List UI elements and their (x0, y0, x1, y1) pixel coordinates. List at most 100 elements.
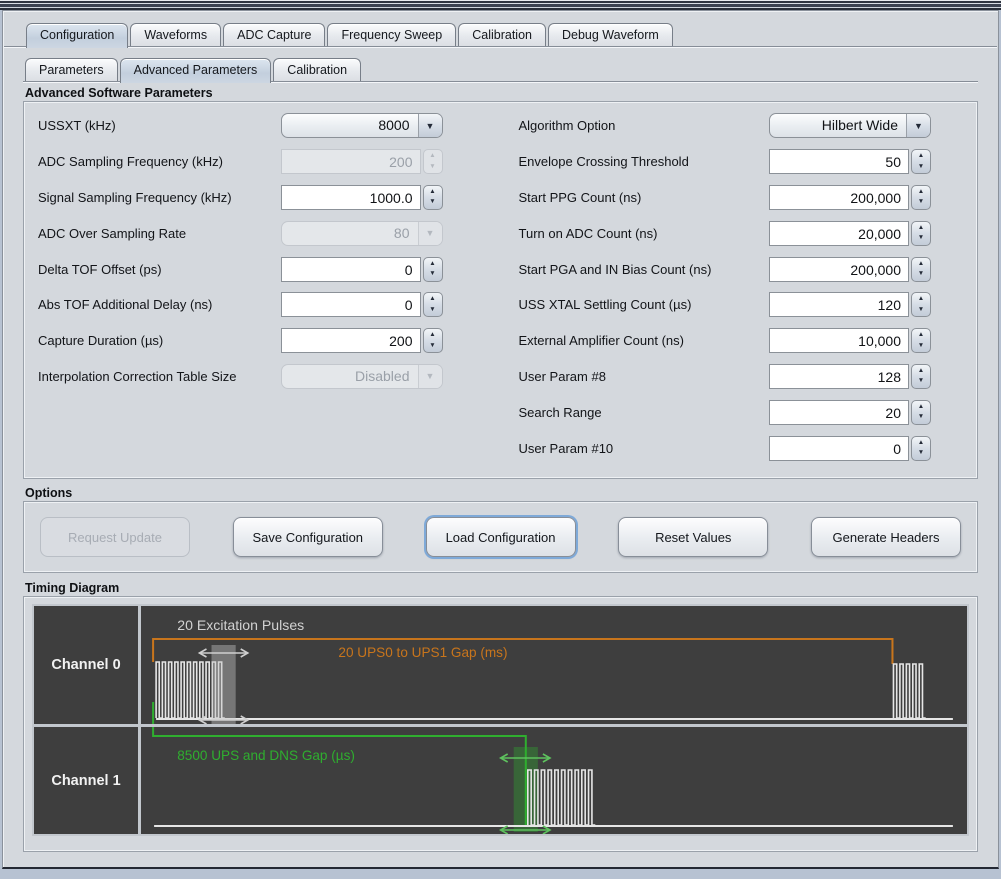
spinner-up-icon[interactable]: ▲ (429, 259, 435, 270)
chevron-down-icon: ▼ (418, 222, 442, 245)
uss-xtal-settling-count-s-spinner[interactable]: 120 ▲ ▼ (769, 292, 931, 317)
spinner-buttons[interactable]: ▲ ▼ (911, 221, 931, 246)
spinner-buttons[interactable]: ▲ ▼ (911, 257, 931, 282)
spinner-value[interactable]: 20 (769, 400, 909, 425)
spinner-value: 200 (281, 149, 421, 174)
field-row: Delta TOF Offset (ps) 0 ▲ ▼ (38, 251, 443, 287)
spinner-down-icon[interactable]: ▼ (918, 269, 924, 280)
start-ppg-count-ns-spinner[interactable]: 200,000 ▲ ▼ (769, 185, 931, 210)
signal-sampling-frequency-khz-spinner[interactable]: 1000.0 ▲ ▼ (281, 185, 443, 210)
spinner-value[interactable]: 10,000 (769, 328, 909, 353)
spinner-down-icon[interactable]: ▼ (918, 412, 924, 423)
chevron-down-icon[interactable]: ▼ (906, 114, 930, 137)
spinner-buttons[interactable]: ▲ ▼ (911, 436, 931, 461)
chevron-down-icon[interactable]: ▼ (418, 114, 442, 137)
user-param-8-spinner[interactable]: 128 ▲ ▼ (769, 364, 931, 389)
spinner-value[interactable]: 50 (769, 149, 909, 174)
spinner-up-icon[interactable]: ▲ (918, 187, 924, 198)
field-row: Search Range 20 ▲ ▼ (519, 394, 932, 430)
capture-duration-s-spinner[interactable]: 200 ▲ ▼ (281, 328, 443, 353)
spinner-buttons[interactable]: ▲ ▼ (423, 292, 443, 317)
section-title-timing-diagram: Timing Diagram (25, 581, 978, 595)
spinner-down-icon[interactable]: ▼ (429, 269, 435, 280)
subtab-parameters[interactable]: Parameters (25, 58, 118, 81)
spinner-up-icon[interactable]: ▲ (918, 259, 924, 270)
spinner-down-icon[interactable]: ▼ (918, 197, 924, 208)
search-range-spinner[interactable]: 20 ▲ ▼ (769, 400, 931, 425)
start-pga-and-in-bias-count-ns-spinner[interactable]: 200,000 ▲ ▼ (769, 257, 931, 282)
spinner-up-icon[interactable]: ▲ (918, 330, 924, 341)
spinner-up-icon[interactable]: ▲ (429, 294, 435, 305)
subtab-calibration[interactable]: Calibration (273, 58, 361, 81)
spinner-value[interactable]: 128 (769, 364, 909, 389)
delta-tof-offset-ps-spinner[interactable]: 0 ▲ ▼ (281, 257, 443, 282)
spinner-value[interactable]: 0 (769, 436, 909, 461)
spinner-down-icon[interactable]: ▼ (918, 162, 924, 173)
spinner-buttons[interactable]: ▲ ▼ (423, 185, 443, 210)
channel1-pulse-train (528, 770, 595, 825)
spinner-down-icon[interactable]: ▼ (429, 341, 435, 352)
save-configuration-button[interactable]: Save Configuration (233, 517, 383, 557)
tab-frequency-sweep[interactable]: Frequency Sweep (327, 23, 456, 46)
subtab-advanced-parameters[interactable]: Advanced Parameters (120, 58, 272, 83)
tab-debug-waveform[interactable]: Debug Waveform (548, 23, 673, 46)
ussxt-khz-combobox[interactable]: 8000 ▼ (281, 113, 443, 138)
advanced-software-parameters-section: Advanced Software Parameters USSXT (kHz)… (23, 86, 978, 479)
spinner-down-icon[interactable]: ▼ (429, 197, 435, 208)
spinner-buttons[interactable]: ▲ ▼ (911, 328, 931, 353)
spinner-down-icon[interactable]: ▼ (918, 233, 924, 244)
spinner-value[interactable]: 0 (281, 292, 421, 317)
spinner-up-icon[interactable]: ▲ (918, 294, 924, 305)
spinner-buttons[interactable]: ▲ ▼ (911, 292, 931, 317)
tab-configuration[interactable]: Configuration (26, 23, 128, 48)
spinner-buttons[interactable]: ▲ ▼ (423, 328, 443, 353)
reset-values-button[interactable]: Reset Values (618, 517, 768, 557)
spinner-value[interactable]: 200,000 (769, 185, 909, 210)
user-param-8-label: User Param #8 (519, 369, 770, 384)
delta-tof-offset-ps-label: Delta TOF Offset (ps) (38, 262, 281, 277)
external-amplifier-count-ns-spinner[interactable]: 10,000 ▲ ▼ (769, 328, 931, 353)
spinner-down-icon[interactable]: ▼ (918, 341, 924, 352)
algorithm-option-combobox[interactable]: Hilbert Wide ▼ (769, 113, 931, 138)
field-row: Signal Sampling Frequency (kHz) 1000.0 ▲… (38, 180, 443, 216)
spinner-value[interactable]: 1000.0 (281, 185, 421, 210)
spinner-up-icon[interactable]: ▲ (918, 151, 924, 162)
spinner-buttons[interactable]: ▲ ▼ (911, 149, 931, 174)
turn-on-adc-count-ns-spinner[interactable]: 20,000 ▲ ▼ (769, 221, 931, 246)
spinner-up-icon[interactable]: ▲ (429, 330, 435, 341)
spinner-down-icon[interactable]: ▼ (918, 376, 924, 387)
spinner-up-icon[interactable]: ▲ (429, 187, 435, 198)
spinner-down-icon[interactable]: ▼ (918, 305, 924, 316)
spinner-buttons[interactable]: ▲ ▼ (911, 400, 931, 425)
right-fields-column: Algorithm Option Hilbert Wide ▼ Envelope… (501, 108, 978, 466)
spinner-value[interactable]: 200,000 (769, 257, 909, 282)
abs-tof-additional-delay-ns-spinner[interactable]: 0 ▲ ▼ (281, 292, 443, 317)
ups0-ups1-gap-bracket (153, 639, 892, 664)
spinner-down-icon[interactable]: ▼ (429, 305, 435, 316)
tab-calibration[interactable]: Calibration (458, 23, 546, 46)
tab-waveforms[interactable]: Waveforms (130, 23, 221, 46)
spinner-buttons[interactable]: ▲ ▼ (423, 257, 443, 282)
spinner-buttons[interactable]: ▲ ▼ (911, 185, 931, 210)
user-param-10-spinner[interactable]: 0 ▲ ▼ (769, 436, 931, 461)
field-row: User Param #8 128 ▲ ▼ (519, 359, 932, 395)
spinner-buttons[interactable]: ▲ ▼ (911, 364, 931, 389)
spinner-up-icon[interactable]: ▲ (918, 438, 924, 449)
spinner-up-icon[interactable]: ▲ (918, 366, 924, 377)
spinner-up-icon[interactable]: ▲ (918, 223, 924, 234)
channel0-drag-selection[interactable] (212, 645, 236, 724)
generate-headers-button[interactable]: Generate Headers (811, 517, 961, 557)
spinner-up-icon[interactable]: ▲ (918, 402, 924, 413)
abs-tof-additional-delay-ns-label: Abs TOF Additional Delay (ns) (38, 297, 281, 312)
envelope-crossing-threshold-spinner[interactable]: 50 ▲ ▼ (769, 149, 931, 174)
spinner-value[interactable]: 20,000 (769, 221, 909, 246)
ussxt-khz-label: USSXT (kHz) (38, 118, 281, 133)
spinner-value[interactable]: 200 (281, 328, 421, 353)
spinner-value[interactable]: 120 (769, 292, 909, 317)
field-row: Start PPG Count (ns) 200,000 ▲ ▼ (519, 180, 932, 216)
tab-adc-capture[interactable]: ADC Capture (223, 23, 325, 46)
load-configuration-button[interactable]: Load Configuration (426, 517, 576, 557)
spinner-down-icon[interactable]: ▼ (918, 448, 924, 459)
spinner-value[interactable]: 0 (281, 257, 421, 282)
left-fields-column: USSXT (kHz) 8000 ▼ ADC Sampling Frequenc… (24, 108, 501, 466)
